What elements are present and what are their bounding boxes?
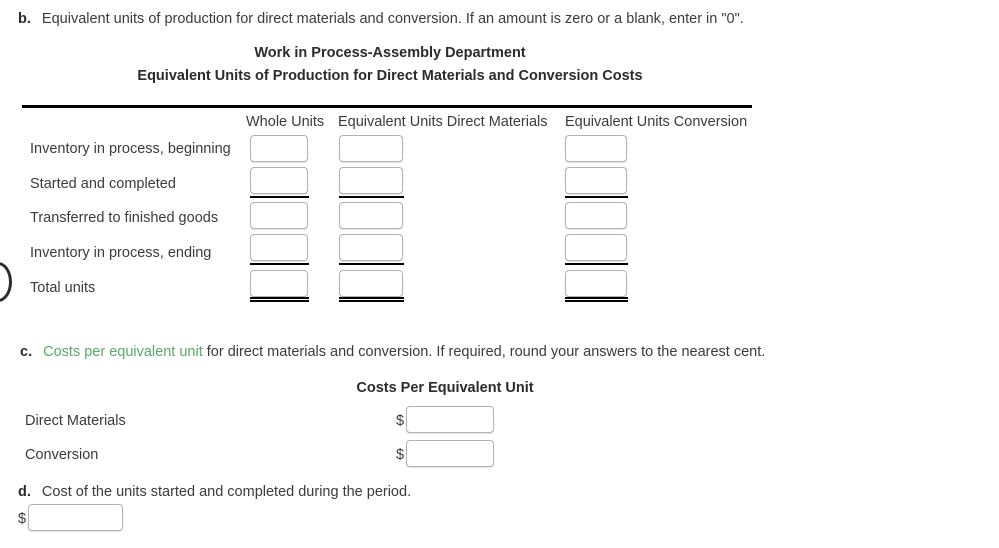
column-header-eu-direct-materials: Equivalent Units Direct Materials bbox=[338, 114, 548, 130]
input-started-completed-whole-units[interactable] bbox=[250, 167, 308, 194]
row-label-direct-materials: Direct Materials bbox=[25, 413, 126, 429]
statement-title-line1: Work in Process-Assembly Department bbox=[254, 45, 526, 61]
row-label-total-units: Total units bbox=[30, 280, 96, 296]
input-inventory-ending-whole-units[interactable] bbox=[250, 234, 308, 261]
part-b-prompt-text: Equivalent units of production for direc… bbox=[41, 11, 744, 27]
glossary-link-costs-per-equivalent-unit[interactable]: Costs per equivalent unit bbox=[43, 344, 203, 360]
costs-table-title: Costs Per Equivalent Unit bbox=[356, 380, 534, 396]
row-label-inventory-beginning: Inventory in process, beginning bbox=[30, 141, 231, 157]
total-rule-col3 bbox=[565, 297, 628, 302]
input-total-units-whole-units[interactable] bbox=[250, 270, 308, 297]
row-label-transferred-to-finished-goods: Transferred to finished goods bbox=[30, 210, 219, 226]
subtotal-rule-col3-b bbox=[565, 263, 628, 265]
statement-title-line2: Equivalent Units of Production for Direc… bbox=[137, 68, 643, 84]
input-cost-units-started-completed[interactable] bbox=[28, 504, 123, 531]
currency-symbol-units-started-completed: $ bbox=[18, 511, 27, 527]
subtotal-rule-col2-a bbox=[339, 196, 404, 198]
row-label-conversion: Conversion bbox=[25, 447, 99, 463]
subtotal-rule-col2-b bbox=[339, 263, 404, 265]
input-transferred-eu-conversion[interactable] bbox=[565, 202, 627, 229]
part-d-letter: d. bbox=[18, 484, 31, 500]
input-started-completed-eu-conversion[interactable] bbox=[565, 167, 627, 194]
input-transferred-eu-direct-materials[interactable] bbox=[339, 202, 403, 229]
input-inventory-ending-eu-conversion[interactable] bbox=[565, 234, 627, 261]
statement-top-rule bbox=[22, 105, 752, 108]
total-rule-col1 bbox=[250, 297, 309, 302]
row-label-started-and-completed: Started and completed bbox=[30, 176, 176, 192]
part-d-prompt: d. Cost of the units started and complet… bbox=[18, 484, 411, 500]
input-inventory-ending-eu-direct-materials[interactable] bbox=[339, 234, 403, 261]
input-started-completed-eu-direct-materials[interactable] bbox=[339, 167, 403, 194]
column-header-eu-conversion: Equivalent Units Conversion bbox=[565, 114, 748, 130]
part-c-letter: c. bbox=[20, 344, 33, 360]
part-b-prompt: b. Equivalent units of production for di… bbox=[18, 11, 744, 27]
total-rule-col2 bbox=[339, 297, 404, 302]
currency-symbol-conversion: $ bbox=[396, 447, 405, 463]
subtotal-rule-col3-a bbox=[565, 196, 628, 198]
page-edge-artifact bbox=[0, 262, 12, 302]
subtotal-rule-col1-b bbox=[250, 263, 309, 265]
input-transferred-whole-units[interactable] bbox=[250, 202, 308, 229]
input-total-units-eu-direct-materials[interactable] bbox=[339, 270, 403, 297]
input-inventory-beginning-whole-units[interactable] bbox=[250, 135, 308, 162]
input-cost-per-eu-conversion[interactable] bbox=[406, 440, 494, 467]
row-label-inventory-ending: Inventory in process, ending bbox=[30, 245, 212, 261]
input-cost-per-eu-direct-materials[interactable] bbox=[406, 406, 494, 433]
input-inventory-beginning-eu-conversion[interactable] bbox=[565, 135, 627, 162]
input-total-units-eu-conversion[interactable] bbox=[565, 270, 627, 297]
currency-symbol-direct-materials: $ bbox=[396, 413, 405, 429]
column-header-whole-units: Whole Units bbox=[246, 114, 325, 130]
part-c-prompt: c. Costs per equivalent unit for direct … bbox=[20, 344, 765, 360]
part-b-letter: b. bbox=[18, 11, 31, 27]
part-d-prompt-text: Cost of the units started and completed … bbox=[41, 484, 412, 500]
input-inventory-beginning-eu-direct-materials[interactable] bbox=[339, 135, 403, 162]
part-c-prompt-rest: for direct materials and conversion. If … bbox=[202, 344, 766, 360]
subtotal-rule-col1-a bbox=[250, 196, 309, 198]
